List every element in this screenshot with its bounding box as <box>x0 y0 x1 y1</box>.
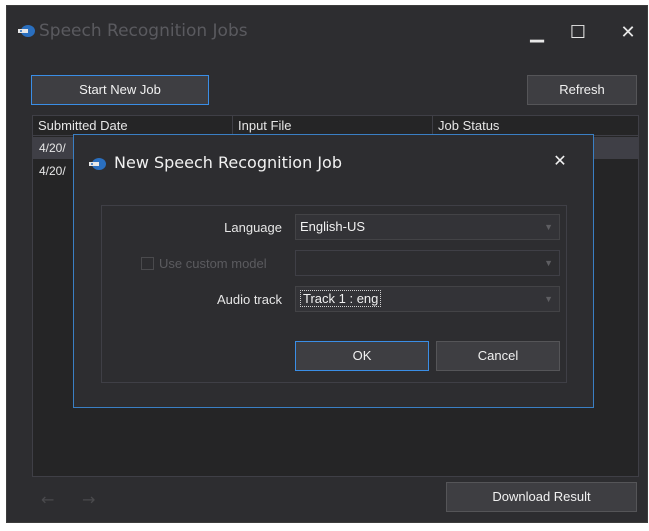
language-value: English-US <box>300 219 366 234</box>
use-custom-model-checkbox[interactable] <box>141 257 154 270</box>
options-group: Language English-US ▼ Use custom model ▼… <box>101 205 567 383</box>
app-icon <box>89 158 106 170</box>
table-header: Submitted Date Input File Job Status <box>33 116 638 136</box>
chevron-down-icon: ▼ <box>544 258 553 268</box>
maximize-icon[interactable]: ☐ <box>563 20 593 46</box>
dialog-title: New Speech Recognition Job <box>114 153 342 172</box>
chevron-down-icon: ▼ <box>544 222 553 232</box>
chevron-down-icon: ▼ <box>544 294 553 304</box>
column-header-input-file[interactable]: Input File <box>233 116 433 136</box>
start-new-job-button[interactable]: Start New Job <box>31 75 209 105</box>
title-bar[interactable]: Speech Recognition Jobs ▁ ☐ ✕ <box>7 6 647 58</box>
audio-track-label: Audio track <box>216 292 282 307</box>
column-header-submitted-date[interactable]: Submitted Date <box>33 116 233 136</box>
close-icon[interactable]: ✕ <box>548 149 572 173</box>
language-select[interactable]: English-US ▼ <box>295 214 560 240</box>
close-icon[interactable]: ✕ <box>613 20 643 46</box>
refresh-button[interactable]: Refresh <box>527 75 637 105</box>
download-result-button[interactable]: Download Result <box>446 482 637 512</box>
language-label: Language <box>224 220 282 235</box>
window-title: Speech Recognition Jobs <box>39 21 248 41</box>
back-arrow-icon[interactable]: ← <box>41 490 54 509</box>
audio-track-value: Track 1 : eng <box>300 290 382 307</box>
new-job-dialog: New Speech Recognition Job ✕ Language En… <box>73 134 594 408</box>
cancel-button[interactable]: Cancel <box>436 341 560 371</box>
table-cell-date: 4/20/ <box>39 141 66 155</box>
ok-button[interactable]: OK <box>295 341 429 371</box>
minimize-icon[interactable]: ▁ <box>522 20 552 46</box>
use-custom-model-label: Use custom model <box>159 256 267 271</box>
custom-model-select[interactable]: ▼ <box>295 250 560 276</box>
column-header-job-status[interactable]: Job Status <box>433 116 638 136</box>
audio-track-select[interactable]: Track 1 : eng ▼ <box>295 286 560 312</box>
app-icon <box>18 25 35 37</box>
forward-arrow-icon[interactable]: → <box>82 490 95 509</box>
table-cell-date: 4/20/ <box>39 164 66 178</box>
